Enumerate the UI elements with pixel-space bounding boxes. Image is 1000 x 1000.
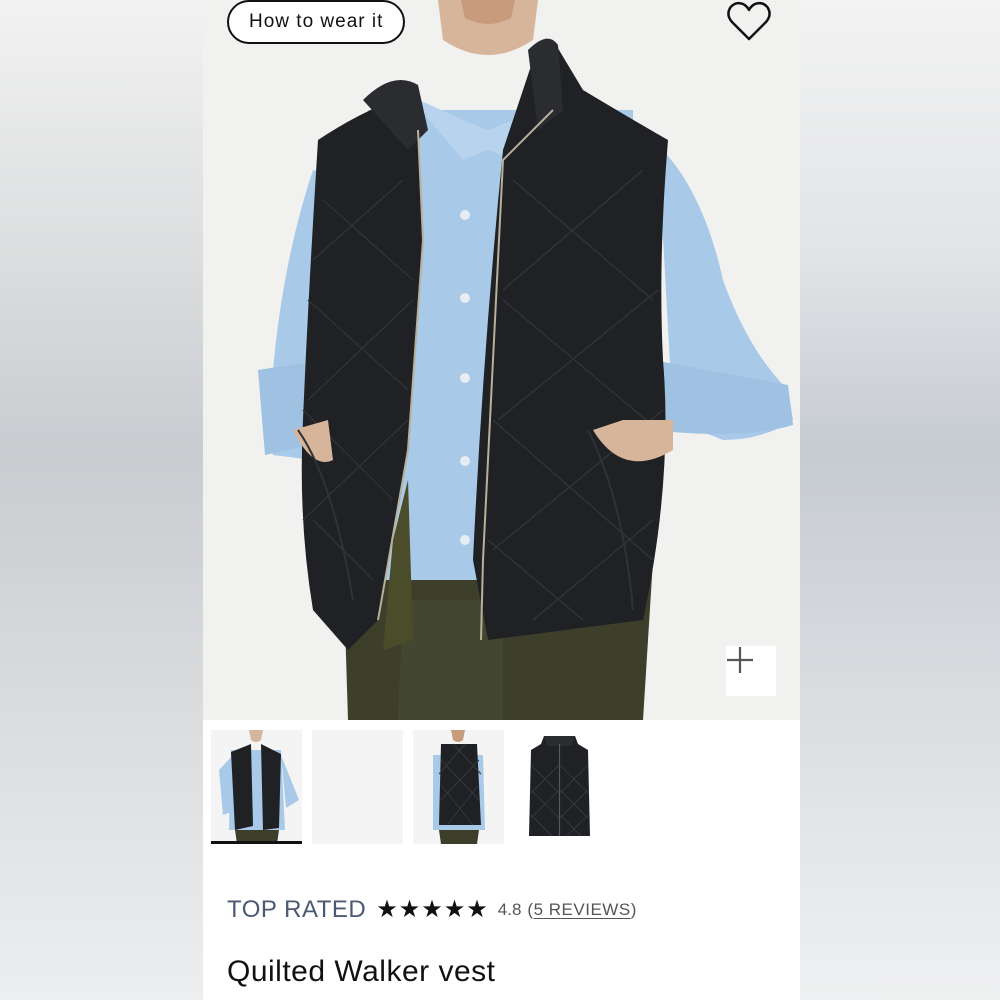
how-to-wear-label: How to wear it bbox=[249, 11, 384, 32]
star-icon: ★ bbox=[443, 896, 466, 923]
thumbnail-model-front-image bbox=[211, 730, 302, 844]
thumbnail-blank[interactable] bbox=[312, 730, 403, 844]
how-to-wear-button[interactable]: How to wear it bbox=[227, 0, 406, 44]
plus-icon bbox=[727, 647, 753, 673]
thumbnail-product-flat-image bbox=[514, 730, 605, 844]
reviews-link[interactable]: (5 REVIEWS) bbox=[527, 900, 636, 920]
star-icon: ★ bbox=[376, 896, 398, 923]
heart-icon bbox=[727, 1, 771, 41]
star-icon: ★ bbox=[466, 896, 488, 923]
rating-row: TOP RATED ★ ★ ★ ★ ★ 4.8 (5 REVIEWS) bbox=[227, 896, 637, 924]
thumbnail-model-front[interactable] bbox=[211, 730, 302, 844]
star-icon: ★ bbox=[398, 896, 421, 923]
top-rated-badge: TOP RATED bbox=[227, 896, 367, 923]
reviews-label: 5 REVIEWS bbox=[533, 900, 631, 919]
zoom-button[interactable] bbox=[726, 646, 776, 696]
star-icon: ★ bbox=[421, 896, 443, 923]
product-hero-image[interactable]: How to wear it bbox=[203, 0, 800, 720]
reviews-close-paren: ) bbox=[630, 900, 637, 919]
thumbnail-model-back-image bbox=[413, 730, 504, 844]
rating-value: 4.8 bbox=[497, 900, 522, 919]
background-blur-left bbox=[0, 0, 203, 1000]
thumbnail-product-flat[interactable] bbox=[514, 730, 605, 844]
rating-stars: ★ ★ ★ ★ ★ bbox=[376, 898, 488, 922]
background-blur-right bbox=[800, 0, 1000, 1000]
model-wearing-vest-illustration bbox=[203, 0, 800, 720]
thumbnail-model-back[interactable] bbox=[413, 730, 504, 844]
thumbnail-strip bbox=[211, 730, 605, 844]
product-panel: How to wear it TOP RATED ★ ★ ★ ★ ★ 4.8 (… bbox=[203, 0, 800, 1000]
wishlist-button[interactable] bbox=[725, 0, 777, 42]
product-title: Quilted Walker vest bbox=[227, 955, 496, 988]
